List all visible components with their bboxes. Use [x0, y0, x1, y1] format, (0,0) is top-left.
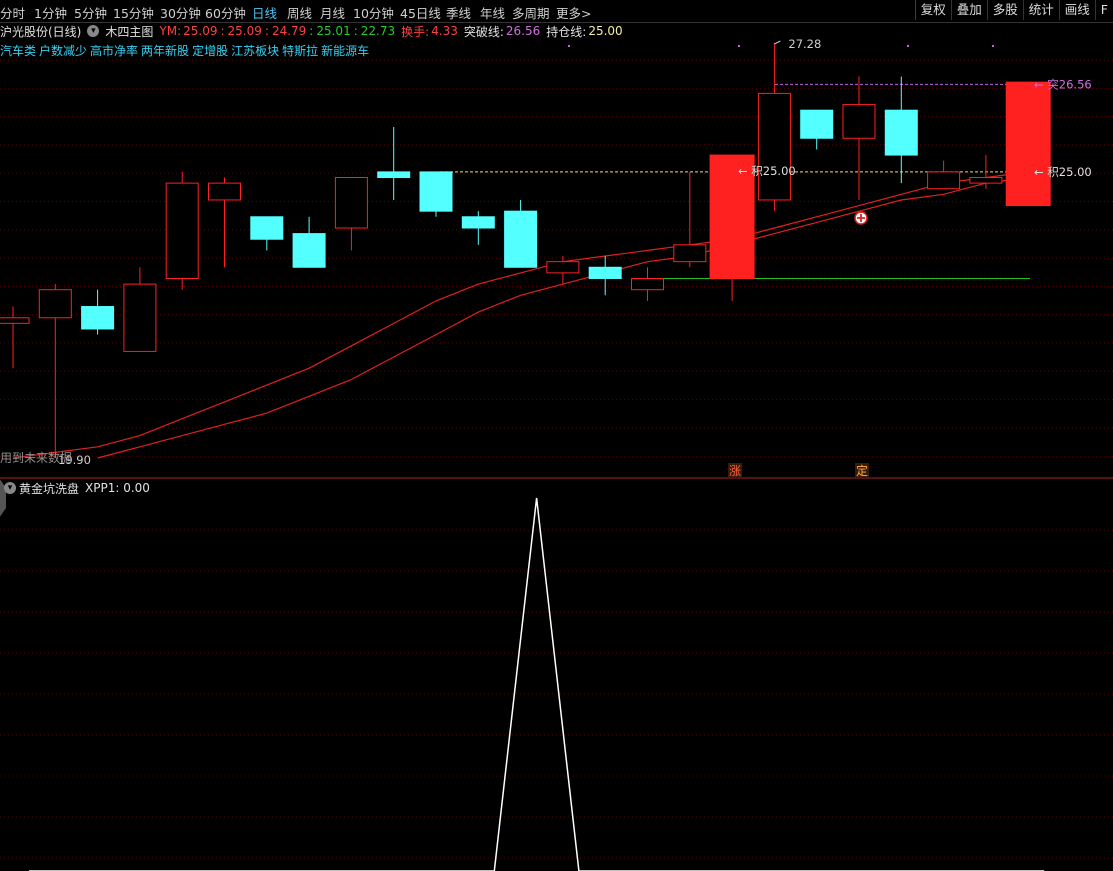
candle-body[interactable] — [81, 306, 115, 330]
candle-body[interactable] — [546, 261, 580, 274]
candle-body[interactable] — [1005, 81, 1051, 207]
candle-body[interactable] — [250, 216, 284, 240]
candle-body[interactable] — [0, 317, 30, 324]
candle-body[interactable] — [842, 104, 876, 139]
signal-dot — [992, 45, 994, 47]
candle-body[interactable] — [757, 92, 791, 201]
candle-body[interactable] — [38, 289, 72, 319]
sub-chart-name[interactable]: 黄金坑洗盘 — [19, 480, 79, 497]
marker-zhang: 涨 — [729, 463, 741, 478]
future-data-note: 用到未来数据 — [0, 450, 72, 465]
candle-body[interactable] — [884, 109, 918, 156]
candle-body[interactable] — [165, 182, 199, 279]
marker-ding: 定 — [856, 463, 868, 478]
candle-body[interactable] — [969, 177, 1003, 184]
signal-dot — [568, 45, 570, 47]
candle-body[interactable] — [588, 266, 622, 279]
sub-chart-value: XPP1: 0.00 — [85, 481, 150, 495]
candle-body[interactable] — [292, 233, 326, 268]
candle-body[interactable] — [208, 182, 241, 201]
sub-chart-info: ▾ 黄金坑洗盘 XPP1: 0.00 — [0, 480, 150, 496]
candle-body[interactable] — [419, 171, 453, 212]
signal-dot — [738, 45, 740, 47]
hold-tag-mid: ← 积25.00 — [738, 164, 796, 178]
candle-body[interactable] — [800, 109, 834, 139]
candle-body[interactable] — [504, 210, 538, 268]
high-price-label: 27.28 — [788, 37, 821, 51]
candle-body[interactable] — [927, 171, 961, 190]
candle-body[interactable] — [377, 171, 411, 179]
candle-body[interactable] — [461, 216, 495, 229]
signal-dot — [907, 45, 909, 47]
candle-body[interactable] — [673, 244, 707, 263]
ma-slow-line — [97, 176, 1029, 459]
xpp1-line — [29, 497, 1045, 871]
hold-tag-right: ← 积25.00 — [1034, 165, 1092, 179]
high-price-marker — [774, 40, 781, 45]
candle-body[interactable] — [123, 283, 157, 352]
breakout-tag: ← 突26.56 — [1034, 77, 1092, 91]
candle-body[interactable] — [334, 177, 368, 229]
kline-chart[interactable]: 27.2819.90用到未来数据← 突26.56← 积25.00← 积25.00… — [0, 0, 1113, 871]
sub-dropdown-icon[interactable]: ▾ — [4, 482, 16, 494]
candle-body[interactable] — [631, 277, 664, 291]
